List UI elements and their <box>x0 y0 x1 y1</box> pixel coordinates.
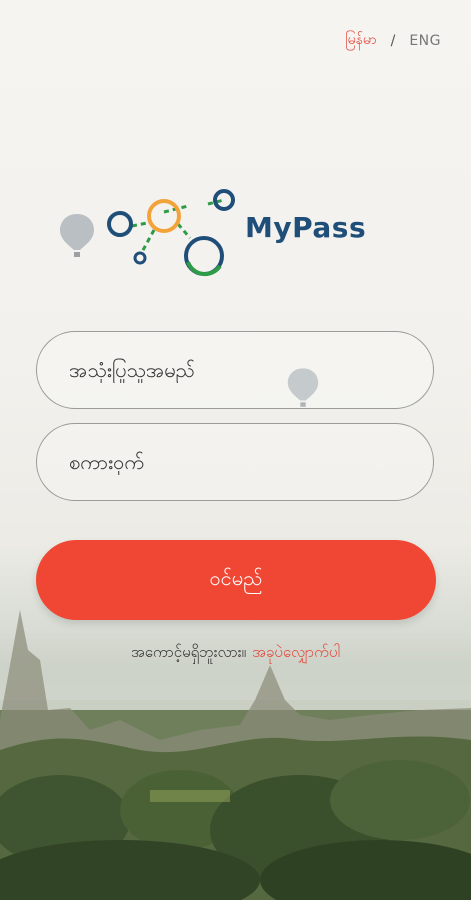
username-input[interactable] <box>67 357 433 383</box>
password-field[interactable] <box>36 423 434 501</box>
password-input[interactable] <box>67 449 433 475</box>
language-english-option[interactable]: ENG <box>409 33 441 49</box>
brand-name: MyPass <box>245 211 367 244</box>
bagan-landscape-image <box>0 610 471 900</box>
language-separator: / <box>390 32 396 49</box>
language-myanmar-option[interactable]: မြန်မာ <box>345 30 376 51</box>
language-switcher: မြန်မာ / ENG <box>345 30 441 51</box>
signup-prompt: အကောင့်မရှိဘူးလား။ အခုပဲလျှောက်ပါ <box>0 643 471 665</box>
signup-link[interactable]: အခုပဲလျှောက်ပါ <box>252 643 340 661</box>
signup-question: အကောင့်မရှိဘူးလား။ <box>130 643 247 661</box>
mypass-logo-icon <box>107 189 235 277</box>
login-button[interactable]: ဝင်မည် <box>36 540 436 620</box>
username-field[interactable] <box>36 331 434 409</box>
balloon-icon <box>60 214 94 257</box>
